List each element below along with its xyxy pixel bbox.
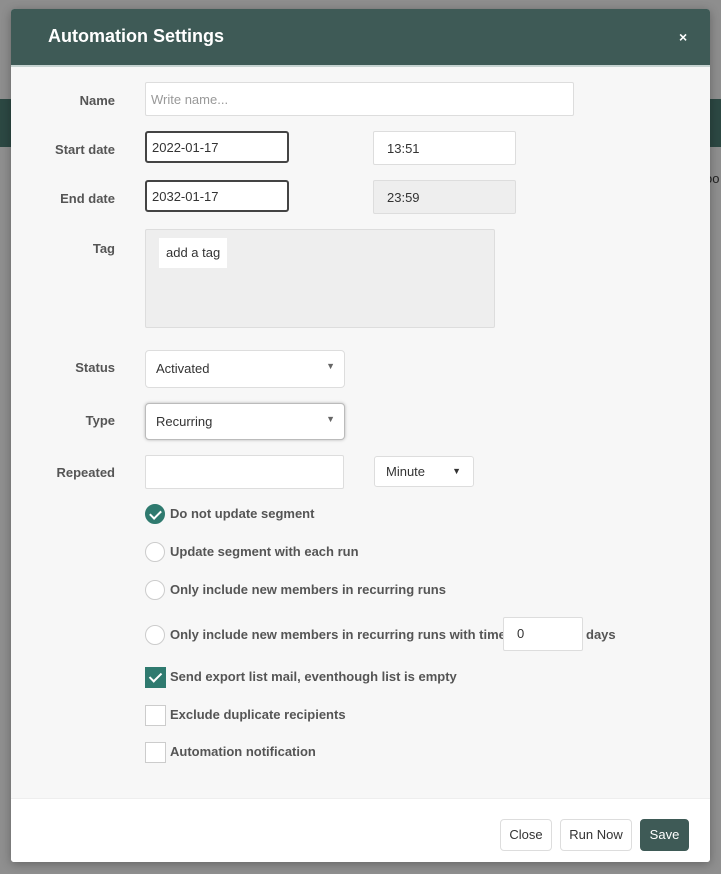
days-label: days xyxy=(586,627,616,642)
segment-option-label: Only include new members in recurring ru… xyxy=(170,582,446,597)
name-input[interactable] xyxy=(145,82,574,116)
start-date-label: Start date xyxy=(55,142,115,157)
checkbox-label: Automation notification xyxy=(170,744,316,759)
end-date-label: End date xyxy=(60,191,115,206)
checkbox-label: Exclude duplicate recipients xyxy=(170,707,346,722)
segment-option-label: Update segment with each run xyxy=(170,544,359,559)
repeated-label: Repeated xyxy=(56,465,115,480)
radio-checked[interactable] xyxy=(145,504,165,524)
tag-label: Tag xyxy=(92,241,115,256)
type-selected-value: Recurring xyxy=(156,414,213,429)
checkbox-label: Send export list mail, eventhough list i… xyxy=(170,669,457,684)
segment-option-label: Do not update segment xyxy=(170,506,315,521)
save-button[interactable]: Save xyxy=(640,819,689,851)
repeated-unit-value: Minute xyxy=(386,464,426,479)
time-limit-days-input[interactable]: 0 xyxy=(503,617,583,651)
status-selected-value: Activated xyxy=(156,361,210,376)
type-label: Type xyxy=(85,413,115,428)
status-select[interactable]: Activated ▼ xyxy=(145,350,345,388)
repeated-unit-dropdown[interactable]: Minute ▼ xyxy=(374,456,474,487)
repeated-input[interactable] xyxy=(145,455,344,489)
tag-input[interactable]: add a tag xyxy=(159,238,228,268)
run-now-button[interactable]: Run Now xyxy=(560,819,632,851)
checkbox-unchecked[interactable] xyxy=(145,705,166,726)
radio-unchecked[interactable] xyxy=(145,580,165,600)
status-label: Status xyxy=(75,360,115,375)
close-icon[interactable]: × xyxy=(679,29,687,45)
close-button[interactable]: Close xyxy=(500,819,552,851)
caret-down-icon: ▼ xyxy=(452,466,461,476)
radio-unchecked[interactable] xyxy=(145,625,165,645)
segment-option-label: Only include new members in recurring ru… xyxy=(170,627,537,642)
chevron-down-icon: ▼ xyxy=(326,361,335,371)
checkbox-unchecked[interactable] xyxy=(145,742,166,763)
checkbox-checked[interactable] xyxy=(145,667,166,688)
end-date-input[interactable] xyxy=(145,180,289,212)
start-time-input[interactable] xyxy=(373,131,516,165)
modal-footer: Close Run Now Save xyxy=(11,798,710,862)
start-date-input[interactable] xyxy=(145,131,289,163)
automation-settings-modal: Automation Settings × Name Start date En… xyxy=(11,9,710,862)
modal-header: Automation Settings × xyxy=(11,9,710,67)
radio-unchecked[interactable] xyxy=(145,542,165,562)
tag-container[interactable]: add a tag xyxy=(145,229,495,328)
modal-title: Automation Settings xyxy=(48,26,224,46)
chevron-down-icon: ▼ xyxy=(326,414,335,424)
name-label: Name xyxy=(79,93,115,108)
type-select[interactable]: Recurring ▼ xyxy=(145,403,345,440)
end-time-input xyxy=(373,180,516,214)
